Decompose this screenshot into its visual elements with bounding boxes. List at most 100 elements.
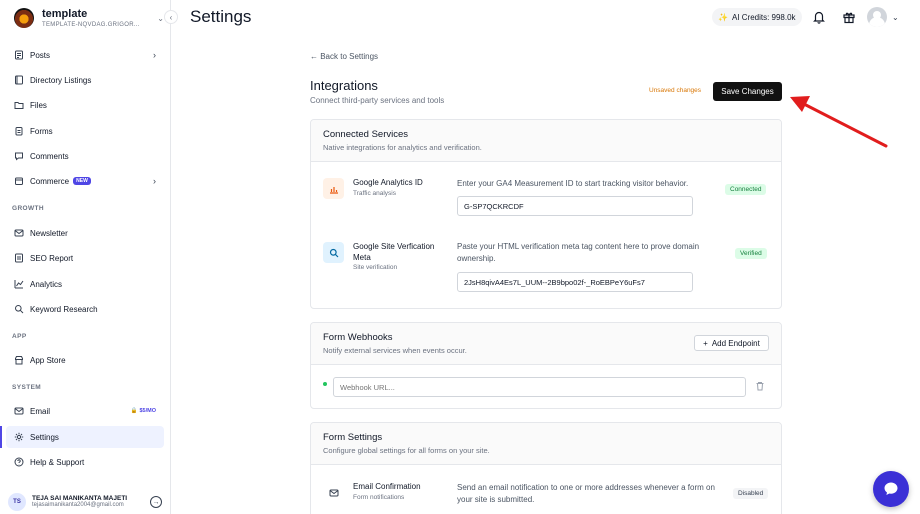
connected-services-card: Connected Services Native integrations f…: [310, 119, 782, 309]
card-description: Notify external services when events occ…: [323, 346, 467, 355]
help-icon: [14, 457, 24, 467]
mail-icon: [14, 228, 24, 238]
price-badge: 🔒 $5/MO: [130, 408, 156, 414]
collapse-sidebar-button[interactable]: ‹: [164, 10, 178, 24]
brand-logo: [14, 8, 34, 28]
avatar: TS: [8, 493, 26, 511]
mail-icon: [323, 482, 344, 503]
sidebar-item-label: Commerce: [30, 176, 70, 186]
search-icon: [14, 304, 24, 314]
cart-icon: [14, 176, 24, 186]
chat-icon: [884, 482, 898, 495]
chevron-down-icon: ⌄: [157, 13, 164, 23]
sidebar-item-label: Newsletter: [30, 228, 68, 238]
section-title: Integrations: [310, 78, 378, 93]
workspace-title: template: [42, 8, 88, 20]
sparkle-icon: ✨: [718, 12, 728, 22]
form-settings-card: Form Settings Configure global settings …: [310, 422, 782, 514]
save-changes-button[interactable]: Save Changes: [713, 82, 782, 101]
document-icon: [14, 253, 24, 263]
status-badge: Disabled: [733, 488, 769, 499]
sidebar-item-forms[interactable]: Forms: [6, 120, 164, 142]
folder-icon: [14, 100, 24, 110]
form-webhooks-card: Form Webhooks Notify external services w…: [310, 322, 782, 409]
sidebar-item-settings[interactable]: Settings: [0, 426, 164, 448]
add-endpoint-button[interactable]: + Add Endpoint: [694, 335, 769, 351]
mail-icon: [14, 406, 24, 416]
chat-icon: [14, 151, 24, 161]
chevron-down-icon: ⌄: [892, 12, 899, 22]
sidebar-item-email[interactable]: Email 🔒 $5/MO: [6, 400, 164, 422]
workspace-switcher[interactable]: template TEMPLATE-NQVDAG.GRIGOR... ⌄: [14, 7, 164, 29]
chart-icon: [323, 178, 344, 199]
sidebar-item-label: SEO Report: [30, 253, 74, 263]
sidebar-item-comments[interactable]: Comments: [6, 145, 164, 167]
card-title: Connected Services: [323, 129, 409, 140]
logout-icon[interactable]: →: [150, 496, 162, 508]
sidebar-item-label: Posts: [30, 50, 51, 60]
sidebar-item-seo-report[interactable]: SEO Report: [6, 247, 164, 269]
webhook-url-input[interactable]: [333, 377, 746, 397]
store-icon: [14, 355, 24, 365]
profile-menu[interactable]: ⌄: [867, 7, 903, 27]
sidebar-item-directory-listings[interactable]: Directory Listings: [6, 69, 164, 91]
gear-icon: [14, 432, 24, 442]
trash-icon[interactable]: [755, 381, 765, 391]
sidebar-item-label: Email: [30, 406, 51, 416]
sidebar-item-app-store[interactable]: App Store: [6, 349, 164, 371]
sidebar-item-analytics[interactable]: Analytics: [6, 273, 164, 295]
search-icon: [323, 242, 344, 263]
setting-subtitle: Form notifications: [353, 494, 405, 501]
ga-measurement-id-input[interactable]: [457, 196, 693, 216]
sidebar-item-label: App Store: [30, 355, 66, 365]
sidebar-item-posts[interactable]: Posts ›: [6, 44, 164, 66]
status-badge: Connected: [725, 184, 767, 195]
sidebar-item-label: Settings: [30, 432, 59, 442]
back-to-settings-link[interactable]: ← Back to Settings: [310, 52, 378, 61]
setting-name: Email Confirmation: [353, 482, 421, 491]
new-badge: NEW: [73, 177, 91, 185]
card-title: Form Webhooks: [323, 332, 393, 343]
sidebar-item-newsletter[interactable]: Newsletter: [6, 222, 164, 244]
sidebar-item-label: Help & Support: [30, 457, 85, 467]
sidebar-item-commerce[interactable]: Commerce NEW ›: [6, 170, 164, 192]
file-text-icon: [14, 50, 24, 60]
page-title: Settings: [190, 7, 252, 26]
card-description: Configure global settings for all forms …: [323, 446, 490, 455]
annotation-arrow: [790, 96, 888, 148]
workspace-domain: TEMPLATE-NQVDAG.GRIGOR...: [42, 21, 140, 28]
service-name: Google Analytics ID: [353, 178, 423, 187]
service-help-text: Enter your GA4 Measurement ID to start t…: [457, 179, 689, 188]
sidebar-item-label: Comments: [30, 151, 69, 161]
sidebar-item-label: Forms: [30, 126, 53, 136]
sidebar-item-label: Files: [30, 100, 47, 110]
plus-icon: +: [703, 338, 708, 348]
sidebar-item-label: Directory Listings: [30, 75, 92, 85]
sidebar-item-label: Keyword Research: [30, 304, 98, 314]
status-badge: Verified: [735, 248, 767, 259]
user-name: TEJA SAI MANIKANTA MAJETI: [32, 495, 128, 503]
sidebar-item-files[interactable]: Files: [6, 94, 164, 116]
user-profile[interactable]: TS TEJA SAI MANIKANTA MAJETI tejasaimani…: [6, 490, 164, 514]
service-subtitle: Traffic analysis: [353, 190, 396, 197]
section-label-system: SYSTEM: [12, 384, 42, 391]
ai-credits-badge[interactable]: ✨ AI Credits: 998.0k: [712, 8, 802, 26]
sidebar: template TEMPLATE-NQVDAG.GRIGOR... ⌄ Pos…: [0, 0, 171, 514]
card-description: Native integrations for analytics and ve…: [323, 143, 482, 152]
sidebar-item-label: Analytics: [30, 279, 63, 289]
sidebar-item-keyword-research[interactable]: Keyword Research: [6, 298, 164, 320]
bell-icon[interactable]: [811, 9, 827, 25]
clipboard-icon: [14, 126, 24, 136]
section-subtitle: Connect third-party services and tools: [310, 96, 445, 105]
site-verification-input[interactable]: [457, 272, 693, 292]
chevron-right-icon: ›: [153, 50, 156, 60]
chat-support-button[interactable]: [873, 471, 909, 507]
avatar: [867, 7, 887, 27]
service-subtitle: Site verification: [353, 264, 398, 271]
chart-icon: [14, 279, 24, 289]
gift-icon[interactable]: [841, 9, 857, 25]
chevron-right-icon: ›: [153, 176, 156, 186]
lock-icon: 🔒: [130, 408, 138, 414]
sidebar-item-help-support[interactable]: Help & Support: [6, 451, 164, 473]
service-name: Google Site Verfication Meta: [353, 242, 435, 262]
